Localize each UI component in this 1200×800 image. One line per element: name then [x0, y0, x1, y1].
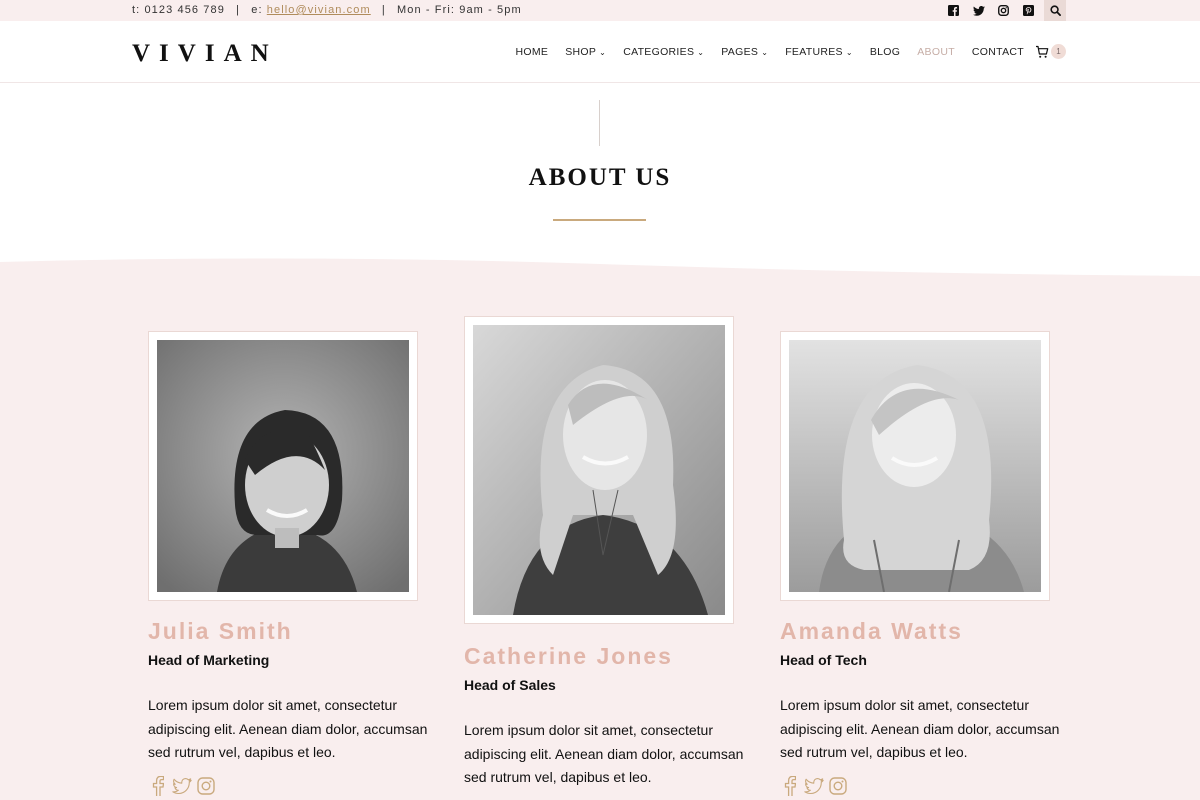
instagram-icon[interactable]	[196, 776, 216, 796]
email-prefix: e:	[251, 4, 263, 16]
facebook-icon[interactable]	[941, 0, 966, 21]
top-social-links	[941, 0, 1066, 21]
phone-text: t: 0123 456 789	[132, 4, 225, 16]
nav-item-features[interactable]: FEATURES ⌄	[785, 46, 853, 58]
team-member-bio: Lorem ipsum dolor sit amet, consectetur …	[780, 697, 1060, 760]
chevron-down-icon: ⌄	[761, 47, 769, 57]
cart-count-badge: 1	[1051, 44, 1066, 59]
team-member-bio: Lorem ipsum dolor sit amet, consectetur …	[148, 697, 428, 760]
instagram-icon[interactable]	[991, 0, 1016, 21]
page-title: ABOUT US	[528, 164, 672, 191]
nav-item-about[interactable]: ABOUT	[917, 46, 955, 58]
pinterest-icon[interactable]	[1016, 0, 1041, 21]
facebook-icon[interactable]	[148, 776, 168, 796]
cart-icon	[1036, 45, 1049, 58]
site-logo[interactable]: VIVIAN	[132, 40, 278, 68]
title-divider-line	[599, 100, 600, 146]
twitter-icon[interactable]	[966, 0, 991, 21]
nav-item-pages[interactable]: PAGES ⌄	[721, 46, 768, 58]
nav-item-categories[interactable]: CATEGORIES ⌄	[623, 46, 704, 58]
nav-label: PAGES	[721, 46, 759, 58]
nav-item-contact[interactable]: CONTACT	[972, 46, 1024, 58]
photo-frame	[464, 316, 734, 624]
nav-item-shop[interactable]: SHOP ⌄	[565, 46, 606, 58]
nav-item-home[interactable]: HOME	[516, 46, 549, 58]
photo-frame	[148, 331, 418, 601]
search-icon	[1049, 5, 1061, 16]
nav-label: ABOUT	[917, 46, 955, 58]
instagram-icon[interactable]	[828, 776, 848, 796]
team-photo	[789, 340, 1041, 592]
team-member-name: Julia Smith	[148, 618, 293, 644]
chevron-down-icon: ⌄	[845, 47, 853, 57]
search-button[interactable]	[1044, 0, 1066, 21]
contact-info: t: 0123 456 789 | e: hello@vivian.com | …	[132, 4, 522, 16]
nav-label: CONTACT	[971, 46, 1024, 58]
twitter-icon[interactable]	[172, 776, 192, 796]
nav-label: CATEGORIES	[623, 46, 695, 58]
separator: |	[236, 4, 241, 16]
title-underline	[553, 219, 646, 221]
team-member-role: Head of Sales	[464, 677, 556, 693]
photo-frame	[780, 331, 1050, 601]
hours-text: Mon - Fri: 9am - 5pm	[397, 4, 522, 16]
team-member-name: Catherine Jones	[464, 643, 673, 669]
team-member-role: Head of Tech	[780, 652, 867, 668]
team-member-socials	[780, 776, 848, 796]
team-member-name: Amanda Watts	[780, 618, 963, 644]
top-bar: t: 0123 456 789 | e: hello@vivian.com | …	[0, 0, 1200, 21]
team-photo	[157, 340, 409, 592]
team-member-socials	[148, 776, 216, 796]
nav-label: FEATURES	[785, 46, 843, 58]
team-member-role: Head of Marketing	[148, 652, 270, 668]
separator: |	[381, 4, 386, 16]
nav-label: BLOG	[869, 46, 901, 58]
team-member-bio: Lorem ipsum dolor sit amet, consectetur …	[464, 722, 744, 785]
nav-label: HOME	[515, 46, 549, 58]
twitter-icon[interactable]	[804, 776, 824, 796]
nav-item-blog[interactable]: BLOG	[870, 46, 900, 58]
main-nav: HOME SHOP ⌄ CATEGORIES ⌄ PAGES ⌄ FEATURES ⌄ …	[499, 46, 1025, 58]
email-link[interactable]: hello@vivian.com	[267, 4, 371, 16]
facebook-icon[interactable]	[780, 776, 800, 796]
chevron-down-icon: ⌄	[697, 47, 705, 57]
chevron-down-icon: ⌄	[599, 47, 607, 57]
cart-button[interactable]: 1	[1035, 44, 1066, 59]
site-header: VIVIAN HOME SHOP ⌄ CATEGORIES ⌄ PAGES ⌄ FEA…	[0, 21, 1200, 83]
nav-label: SHOP	[565, 46, 597, 58]
team-photo	[473, 325, 725, 615]
